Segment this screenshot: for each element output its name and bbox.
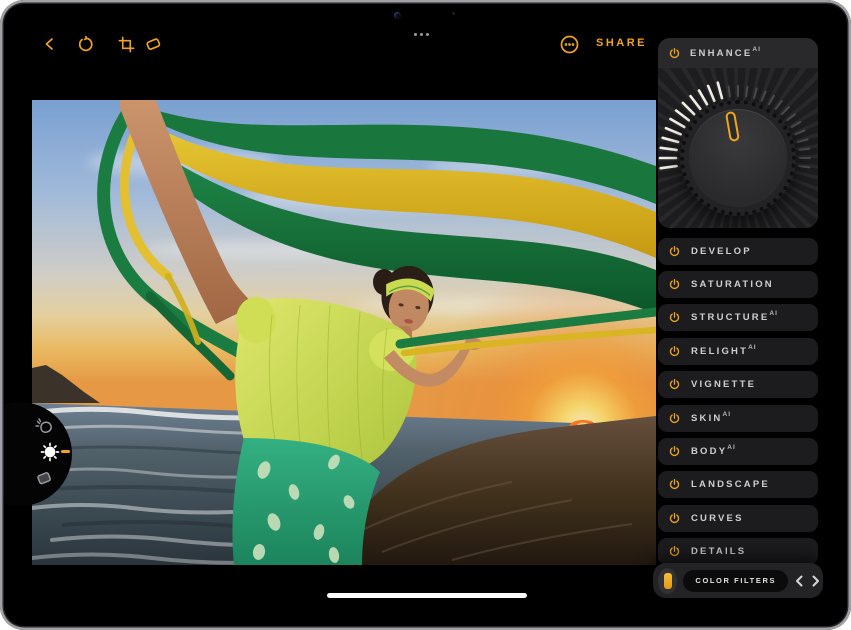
sensor-dot <box>452 12 455 15</box>
more-icon <box>560 35 579 54</box>
enhance-header[interactable]: ENHANCEAI <box>658 38 818 68</box>
tool-skin[interactable]: SKINAI <box>658 405 818 432</box>
back-button[interactable] <box>38 32 62 56</box>
color-filters-button[interactable]: COLOR FILTERS <box>683 570 788 592</box>
eraser-button[interactable] <box>141 32 165 56</box>
multitask-dots[interactable] <box>414 33 429 36</box>
power-icon <box>668 47 681 60</box>
sun-icon <box>40 442 60 462</box>
tool-relight[interactable]: RELIGHTAI <box>658 338 818 365</box>
filters-footer-bar: COLOR FILTERS <box>653 563 823 598</box>
tool-vignette[interactable]: VIGNETTE <box>658 371 818 398</box>
power-icon <box>668 478 681 491</box>
tool-details[interactable]: DETAILS <box>658 538 818 565</box>
photo-canvas[interactable] <box>32 100 656 565</box>
front-camera <box>394 12 401 19</box>
tool-curves[interactable]: CURVES <box>658 505 818 532</box>
chevron-left-icon <box>795 575 803 587</box>
tool-develop[interactable]: DEVELOP <box>658 238 818 265</box>
sun-button-active[interactable] <box>40 442 60 462</box>
tool-saturation[interactable]: SATURATION <box>658 271 818 298</box>
power-icon <box>668 311 681 324</box>
back-icon <box>42 36 58 52</box>
power-icon <box>668 445 681 458</box>
brush-light-button[interactable] <box>33 416 55 438</box>
crop-icon <box>118 36 135 53</box>
crop-button[interactable] <box>114 32 138 56</box>
eraser-tool-icon <box>34 468 54 488</box>
screen: SHARE <box>0 0 851 630</box>
next-filter-button[interactable] <box>810 572 823 590</box>
chevron-right-icon <box>812 575 820 587</box>
home-indicator[interactable] <box>327 593 527 598</box>
power-icon <box>668 512 681 525</box>
enhance-panel: ENHANCEAI <box>658 38 818 228</box>
tool-structure[interactable]: STRUCTUREAI <box>658 304 818 331</box>
more-button[interactable] <box>557 32 581 56</box>
undo-button[interactable] <box>72 32 96 56</box>
ai-badge: AI <box>752 46 761 53</box>
enhance-label: ENHANCE <box>690 48 752 59</box>
prev-filter-button[interactable] <box>792 572 805 590</box>
power-icon <box>668 245 681 258</box>
eraser-tool-button[interactable] <box>34 468 54 488</box>
brush-light-icon <box>33 416 55 438</box>
undo-icon <box>76 36 93 53</box>
active-tool-marker <box>61 450 70 453</box>
tool-body[interactable]: BODYAI <box>658 438 818 465</box>
eraser-icon <box>144 35 162 53</box>
color-filter-icon <box>664 573 672 589</box>
power-icon <box>668 378 681 391</box>
power-icon <box>668 412 681 425</box>
color-filters-label: COLOR FILTERS <box>695 576 776 585</box>
tool-landscape[interactable]: LANDSCAPE <box>658 471 818 498</box>
filter-thumbnail-button[interactable] <box>658 568 677 594</box>
ipad-device: SHARE <box>0 0 851 630</box>
power-icon <box>668 278 681 291</box>
share-button[interactable]: SHARE <box>596 37 647 49</box>
power-icon <box>668 345 681 358</box>
power-icon <box>668 545 681 558</box>
